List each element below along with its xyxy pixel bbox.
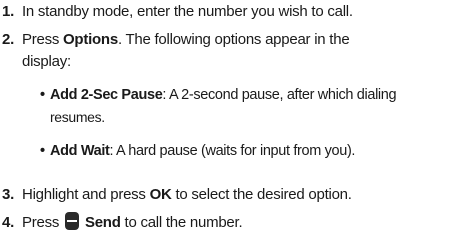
ok-key-label: OK: [149, 186, 172, 203]
step-text-prefix: Highlight and press: [22, 186, 150, 203]
send-key-label: Send: [84, 214, 121, 231]
step-number: 3.: [2, 186, 15, 203]
bullet-continuation: resumes.: [50, 109, 105, 125]
step-text-content: In standby mode, enter the number you wi…: [22, 3, 353, 20]
step-text-suffix: to call the number.: [120, 214, 243, 231]
bullet-description: : A 2-second pause, after which dialing: [162, 87, 397, 103]
step-number: 1.: [2, 3, 15, 20]
step-text: In standby mode, enter the number you wi…: [22, 1, 448, 23]
step-number: 2.: [2, 31, 15, 48]
step-text-suffix: . The following options appear in the: [117, 31, 350, 48]
bullet-text: Add Wait: A hard pause (waits for input …: [50, 140, 355, 162]
bullet-option-name: Add Wait: [50, 143, 110, 159]
bullet-marker: •: [40, 87, 45, 103]
step-text-suffix: to select the desired option.: [171, 186, 352, 203]
bullet-option-name: Add 2-Sec Pause: [50, 87, 163, 103]
bullet-marker: •: [40, 143, 45, 159]
step-text: Highlight and press OK to select the des…: [22, 184, 448, 206]
step-text-continuation: display:: [22, 53, 71, 70]
step-text-prefix: Press: [22, 214, 64, 231]
instruction-list: 1. In standby mode, enter the number you…: [0, 0, 452, 241]
step-text: Press Options. The following options app…: [22, 29, 448, 73]
send-key-icon: [65, 212, 80, 230]
step-text-prefix: Press: [22, 31, 64, 48]
options-key-label: Options: [63, 31, 118, 48]
bullet-text: Add 2-Sec Pause: A 2-second pause, after…: [50, 84, 397, 106]
step-text: Press Send to call the number.: [22, 212, 448, 234]
bullet-description: : A hard pause (waits for input from you…: [109, 143, 356, 159]
step-number: 4.: [2, 214, 15, 231]
